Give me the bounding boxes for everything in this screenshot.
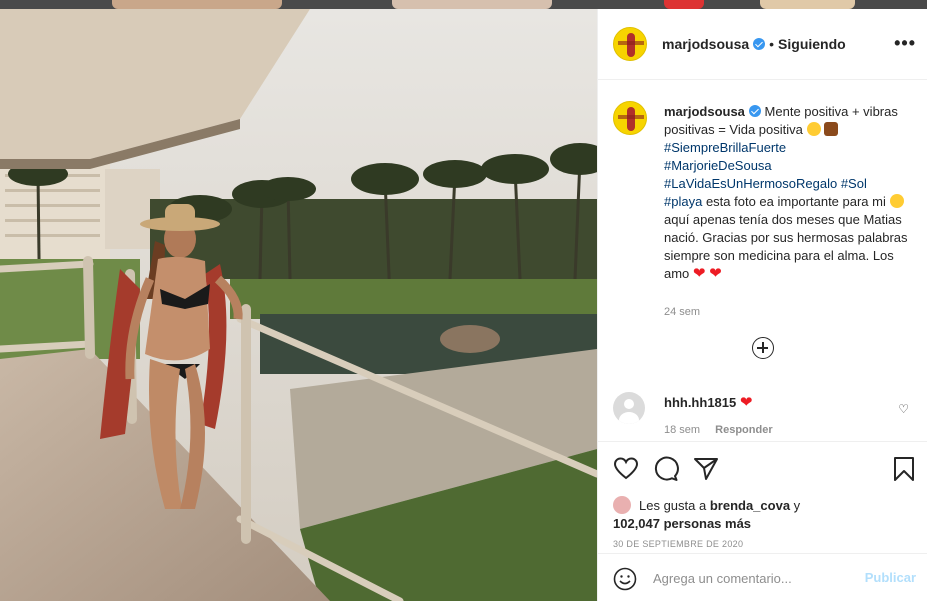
reply-button[interactable]: Responder: [715, 424, 772, 436]
likes-count[interactable]: 102,047 personas más: [613, 516, 751, 531]
comment-item: hhh.hh1815 ❤ ♡ 18 sem Responder: [613, 390, 913, 440]
liker-avatar[interactable]: [613, 496, 631, 514]
comment-meta: 18 sem Responder: [664, 424, 785, 436]
comment-text: hhh.hh1815 ❤: [664, 393, 752, 411]
more-options-icon[interactable]: •••: [894, 33, 916, 54]
hashtag-link[interactable]: #playa: [664, 194, 702, 209]
likes-summary: Les gusta a brenda_cova y 102,047 person…: [613, 496, 800, 533]
verified-badge-icon: [748, 105, 761, 117]
likes-joiner: y: [793, 498, 801, 513]
red-heart-emoji-icon: ❤: [692, 265, 706, 282]
comment-icon[interactable]: [653, 456, 679, 482]
comment-input[interactable]: [653, 567, 853, 589]
butterfly-emoji-icon: [824, 122, 839, 136]
share-icon[interactable]: [693, 456, 719, 482]
caption-username[interactable]: marjodsousa: [664, 104, 745, 119]
author-username[interactable]: marjodsousa: [662, 36, 749, 52]
commenter-avatar[interactable]: [613, 392, 645, 424]
hashtag-link[interactable]: #Sol: [841, 176, 867, 191]
action-icons: [613, 456, 914, 482]
hashtag-link[interactable]: #SiempreBrillaFuerte: [664, 140, 786, 155]
bookmark-icon[interactable]: [891, 456, 917, 482]
caption-timestamp[interactable]: 24 sem: [664, 306, 700, 318]
verified-badge-icon: [753, 38, 766, 50]
post-header: marjodsousa • Siguiendo •••: [598, 9, 927, 80]
commenter-username[interactable]: hhh.hh1815: [664, 395, 736, 410]
caption-body: esta foto ea importante para mi: [705, 194, 886, 209]
post-actions: Les gusta a brenda_cova y 102,047 person…: [598, 441, 927, 553]
red-heart-emoji-icon: ❤: [709, 265, 722, 282]
comment-heart-emoji: ❤: [739, 394, 753, 411]
load-more-comments-icon[interactable]: [752, 337, 774, 359]
heart-icon[interactable]: [613, 456, 639, 482]
post-date[interactable]: 30 DE SEPTIEMBRE DE 2020: [613, 539, 743, 549]
caption-text: marjodsousa Mente positiva + vibras posi…: [664, 103, 914, 283]
post-photo-illustration: [0, 9, 597, 601]
hashtag-link[interactable]: #MarjorieDeSousa: [664, 158, 772, 173]
post-comment-button[interactable]: Publicar: [865, 570, 916, 585]
caption-author-avatar[interactable]: [613, 101, 647, 135]
add-comment-bar: Publicar: [598, 553, 927, 601]
likes-prefix: Les gusta a: [639, 498, 707, 513]
background-feed-strip: [0, 0, 927, 9]
header-separator: •: [769, 36, 775, 52]
heart-eyes-emoji-icon: [889, 194, 904, 208]
smile-emoji-icon: [806, 122, 821, 136]
liker-username[interactable]: brenda_cova: [710, 498, 790, 513]
comment-timestamp[interactable]: 18 sem: [664, 424, 700, 436]
post-photo[interactable]: [0, 9, 597, 601]
like-comment-heart-icon[interactable]: ♡: [898, 402, 909, 416]
post-details-panel: marjodsousa • Siguiendo ••• marjodsousa …: [597, 9, 927, 601]
hashtag-link[interactable]: #LaVidaEsUnHermosoRegalo: [664, 176, 837, 191]
emoji-icon[interactable]: [613, 567, 637, 591]
following-button[interactable]: Siguiendo: [778, 36, 846, 52]
author-avatar[interactable]: [613, 27, 647, 61]
